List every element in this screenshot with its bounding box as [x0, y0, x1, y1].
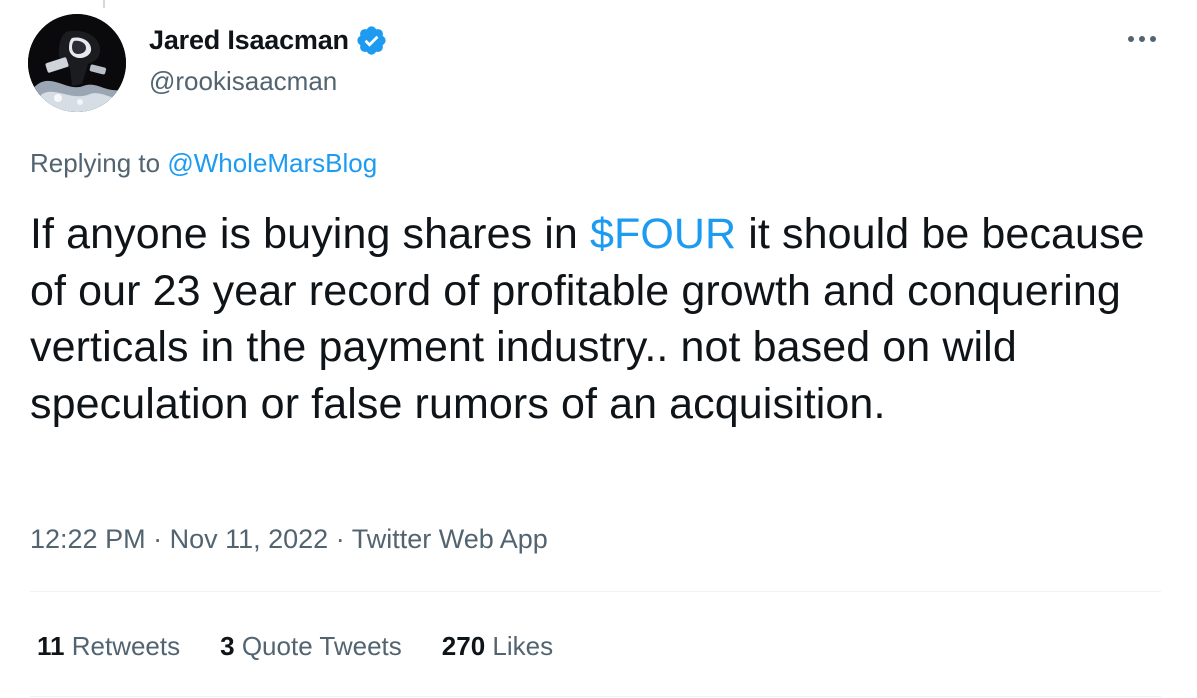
- author-name-row[interactable]: Jared Isaacman: [149, 22, 388, 58]
- retweets-label: Retweets: [71, 631, 181, 661]
- astronaut-avatar-icon: [28, 14, 126, 112]
- quote-tweets-stat[interactable]: 3 Quote Tweets: [220, 628, 402, 664]
- author-handle[interactable]: @rookisaacman: [149, 64, 337, 98]
- meta-separator: ·: [145, 524, 170, 554]
- replying-to-line: Replying to @WholeMarsBlog: [30, 146, 377, 180]
- quote-tweets-count: 3: [220, 631, 235, 661]
- likes-stat[interactable]: 270 Likes: [442, 628, 553, 664]
- tweet-metadata: 12:22 PM · Nov 11, 2022 · Twitter Web Ap…: [30, 521, 548, 557]
- verified-badge-icon: [357, 25, 386, 55]
- retweets-count: 11: [37, 631, 65, 661]
- likes-label: Likes: [492, 631, 554, 661]
- engagement-stats: 11 Retweets 3 Quote Tweets 270 Likes: [37, 628, 553, 664]
- tweet-text-before: If anyone is buying shares in: [30, 210, 590, 258]
- more-options-button[interactable]: [1122, 26, 1162, 52]
- quote-tweets-label: Quote Tweets: [241, 631, 402, 661]
- reply-target-link[interactable]: @WholeMarsBlog: [167, 148, 377, 178]
- avatar[interactable]: [28, 14, 126, 112]
- tweet-source-link[interactable]: Twitter Web App: [352, 524, 548, 554]
- replying-to-prefix: Replying to: [30, 148, 168, 178]
- author-display-name[interactable]: Jared Isaacman: [149, 22, 349, 58]
- cashtag-link[interactable]: $FOUR: [590, 210, 736, 258]
- tweet-body: If anyone is buying shares in $FOUR it s…: [30, 206, 1170, 432]
- more-options-icon: [1128, 36, 1156, 42]
- thread-connector-line: [103, 0, 105, 8]
- divider: [30, 591, 1161, 592]
- likes-count: 270: [441, 631, 486, 661]
- meta-separator: ·: [328, 524, 352, 554]
- retweets-stat[interactable]: 11 Retweets: [37, 628, 180, 664]
- tweet-date-link[interactable]: Nov 11, 2022: [170, 524, 329, 554]
- divider: [30, 696, 1161, 697]
- tweet-time-link[interactable]: 12:22 PM: [30, 524, 146, 554]
